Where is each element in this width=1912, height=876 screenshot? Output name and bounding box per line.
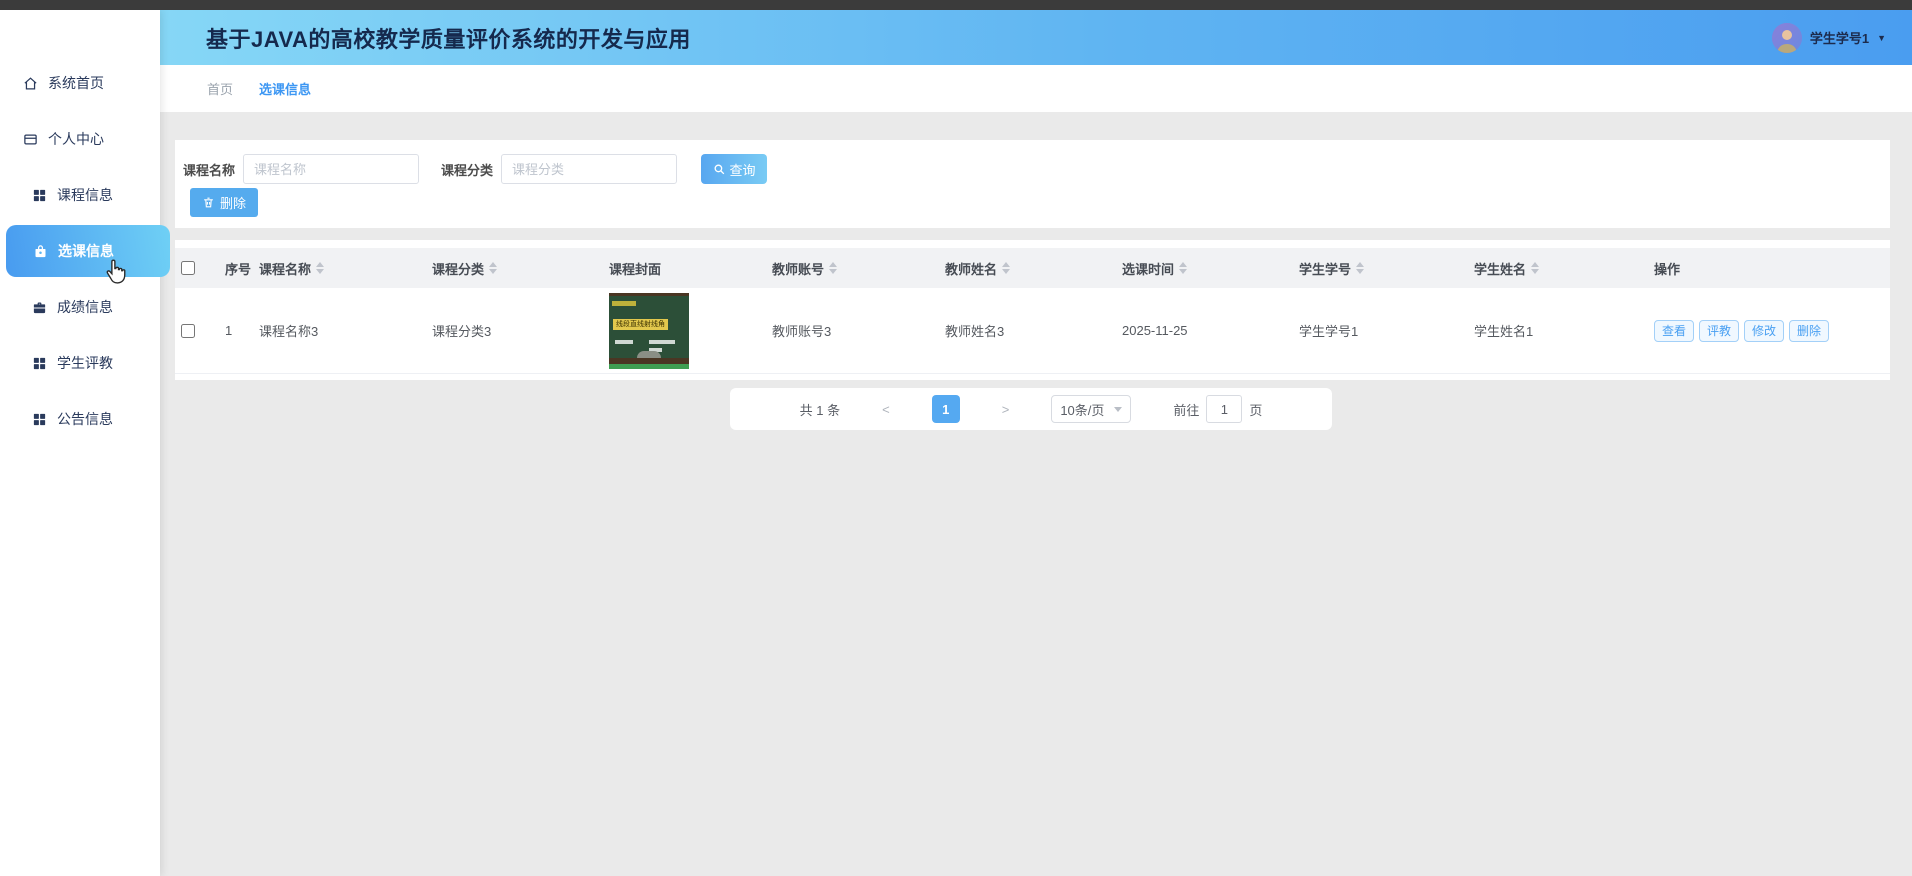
chevron-down-icon: ▼	[1877, 33, 1886, 43]
sidebar-item-label: 学生评教	[57, 353, 113, 373]
trash-icon	[202, 196, 215, 209]
goto-page-input[interactable]	[1206, 395, 1242, 423]
course-name-input[interactable]	[243, 154, 419, 184]
sidebar-item-label: 成绩信息	[57, 297, 113, 317]
sort-caret-icon[interactable]	[1531, 262, 1539, 274]
batch-delete-button[interactable]: 删除	[190, 188, 258, 217]
column-student-name[interactable]: 学生姓名	[1474, 259, 1654, 278]
user-menu[interactable]: 学生学号1 ▼	[1772, 10, 1886, 65]
sidebar-item-announcement[interactable]: 公告信息	[0, 391, 160, 447]
next-page-icon[interactable]: >	[1002, 402, 1010, 417]
course-name-label: 课程名称	[183, 160, 235, 179]
row-teacher-account: 教师账号3	[772, 321, 945, 340]
column-index: 序号	[213, 259, 259, 278]
sidebar-item-course-selection[interactable]: 选课信息	[6, 225, 170, 277]
row-checkbox[interactable]	[181, 324, 195, 338]
row-course-category: 课程分类3	[432, 321, 609, 340]
column-select-time[interactable]: 选课时间	[1122, 259, 1299, 278]
pagination-bar: 共 1 条 < 1 > 10条/页 前往 页	[730, 388, 1332, 430]
goto-unit: 页	[1249, 400, 1262, 419]
breadcrumb-home[interactable]: 首页	[207, 79, 233, 98]
search-icon	[713, 163, 726, 176]
system-top-strip	[0, 0, 1912, 10]
evaluate-button[interactable]: 评教	[1699, 320, 1739, 342]
row-teacher-name: 教师姓名3	[945, 321, 1122, 340]
briefcase-icon	[31, 299, 47, 315]
page-title: 基于JAVA的高校教学质量评价系统的开发与应用	[206, 22, 691, 54]
home-icon	[22, 75, 38, 91]
goto-label: 前往	[1173, 400, 1199, 419]
course-cover-thumbnail[interactable]: 线段直线射线角	[609, 293, 689, 369]
search-panel: 课程名称 课程分类 查询 删除	[175, 140, 1890, 228]
grid-icon	[31, 411, 47, 427]
column-student-no[interactable]: 学生学号	[1299, 259, 1474, 278]
column-actions: 操作	[1654, 259, 1890, 278]
row-course-name: 课程名称3	[259, 321, 432, 340]
sidebar-item-label: 系统首页	[48, 73, 104, 93]
sidebar-item-course-info[interactable]: 课程信息	[0, 167, 160, 223]
card-icon	[22, 131, 38, 147]
sidebar-item-personal-center[interactable]: 个人中心	[0, 111, 160, 167]
breadcrumb: 首页 选课信息	[160, 65, 1912, 112]
edit-button[interactable]: 修改	[1744, 320, 1784, 342]
sort-caret-icon[interactable]	[829, 262, 837, 274]
main-content: 课程名称 课程分类 查询 删除 序号 课程名称 课程分类	[160, 112, 1912, 876]
course-selection-table: 序号 课程名称 课程分类 课程封面 教师账号 教师姓名 选课时间	[175, 240, 1890, 380]
row-select-time: 2025-11-25	[1122, 323, 1299, 338]
delete-button[interactable]: 删除	[1789, 320, 1829, 342]
app-header: 基于JAVA的高校教学质量评价系统的开发与应用 学生学号1 ▼	[160, 10, 1912, 65]
row-student-no: 学生学号1	[1299, 321, 1474, 340]
sidebar: 系统首页 个人中心 课程信息 选课信息 成绩信息 学生评教 公告信息	[0, 10, 160, 876]
column-teacher-account[interactable]: 教师账号	[772, 259, 945, 278]
view-button[interactable]: 查看	[1654, 320, 1694, 342]
chevron-down-icon	[1114, 407, 1122, 412]
sidebar-item-system-home[interactable]: 系统首页	[0, 55, 160, 111]
sort-caret-icon[interactable]	[489, 262, 497, 274]
mouse-cursor-hand	[100, 256, 130, 286]
select-all-checkbox[interactable]	[181, 261, 195, 275]
course-category-input[interactable]	[501, 154, 677, 184]
breadcrumb-current: 选课信息	[259, 79, 311, 98]
column-course-cover: 课程封面	[609, 259, 772, 278]
prev-page-icon[interactable]: <	[882, 402, 890, 417]
sidebar-item-label: 个人中心	[48, 129, 104, 149]
sort-caret-icon[interactable]	[316, 262, 324, 274]
cover-decor	[612, 301, 636, 306]
cover-title-text: 线段直线射线角	[613, 319, 668, 330]
bag-icon	[32, 243, 48, 259]
grid-icon	[31, 355, 47, 371]
column-course-category[interactable]: 课程分类	[432, 259, 609, 278]
page-number-1[interactable]: 1	[932, 395, 960, 423]
course-category-label: 课程分类	[441, 160, 493, 179]
grid-icon	[31, 187, 47, 203]
column-teacher-name[interactable]: 教师姓名	[945, 259, 1122, 278]
sort-caret-icon[interactable]	[1002, 262, 1010, 274]
username: 学生学号1	[1810, 28, 1869, 47]
sidebar-item-student-evaluation[interactable]: 学生评教	[0, 335, 160, 391]
table-header-row: 序号 课程名称 课程分类 课程封面 教师账号 教师姓名 选课时间	[175, 248, 1890, 288]
sort-caret-icon[interactable]	[1179, 262, 1187, 274]
row-index: 1	[213, 323, 259, 338]
row-student-name: 学生姓名1	[1474, 321, 1654, 340]
avatar[interactable]	[1772, 23, 1802, 53]
table-row: 1 课程名称3 课程分类3 线段直线射线角 教师账号3 教师姓名3 2025-1…	[175, 288, 1890, 374]
pagination-total: 共 1 条	[800, 400, 840, 419]
sidebar-item-grade-info[interactable]: 成绩信息	[0, 279, 160, 335]
sidebar-item-label: 公告信息	[57, 409, 113, 429]
page-size-select[interactable]: 10条/页	[1051, 395, 1131, 423]
column-course-name[interactable]: 课程名称	[259, 259, 432, 278]
sort-caret-icon[interactable]	[1356, 262, 1364, 274]
sidebar-item-label: 课程信息	[57, 185, 113, 205]
query-button[interactable]: 查询	[701, 154, 767, 184]
